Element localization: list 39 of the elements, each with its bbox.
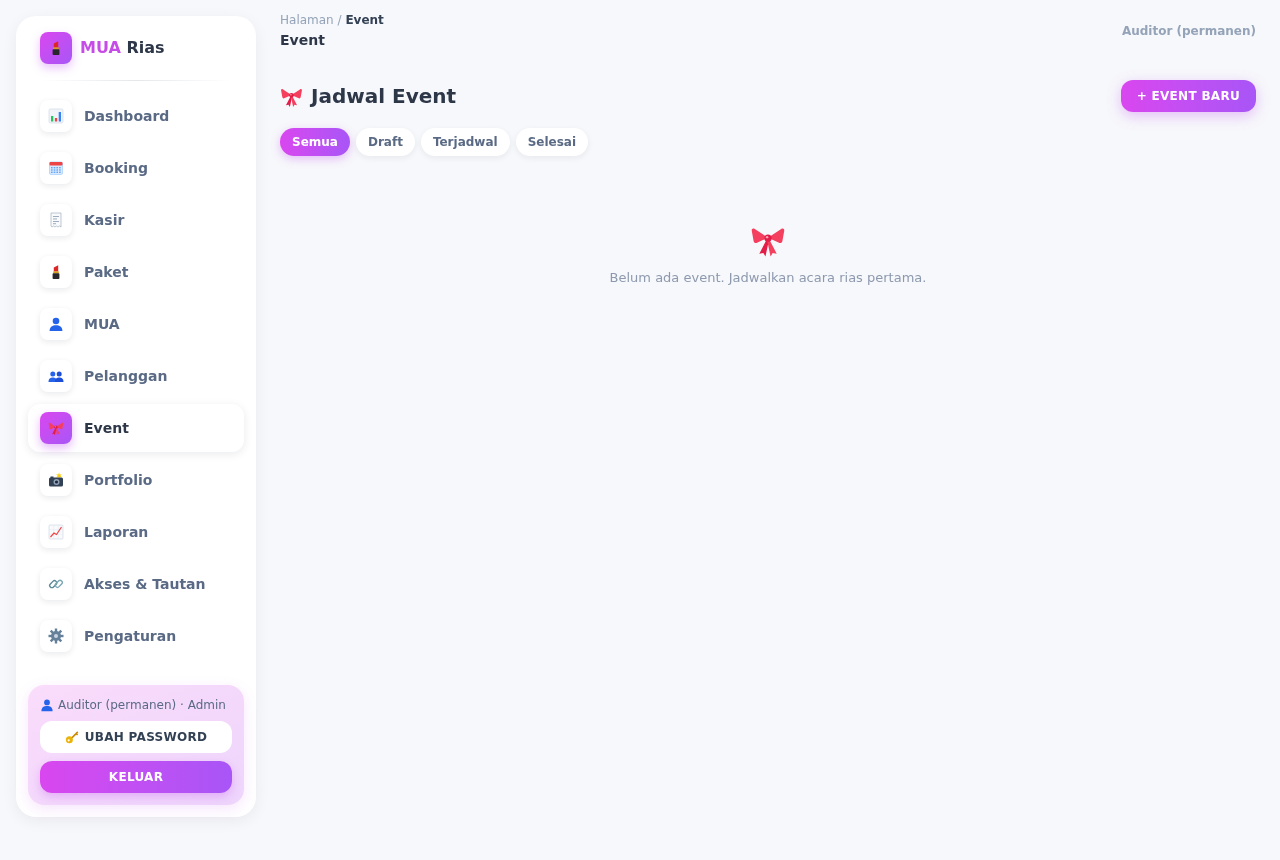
nav-item[interactable]: Event xyxy=(28,404,244,452)
change-password-button[interactable]: UBAH PASSWORD xyxy=(40,721,232,753)
nav-item[interactable]: Booking xyxy=(28,144,244,192)
brand-name: MUA Rias xyxy=(80,37,165,59)
filter-tab[interactable]: Draft xyxy=(355,128,415,156)
nav-item[interactable]: Pengaturan xyxy=(28,612,244,660)
page-title: Event xyxy=(280,31,326,50)
filter-tab[interactable]: Terjadwal xyxy=(420,128,510,156)
nav-item[interactable]: Akses & Tautan xyxy=(28,560,244,608)
nav-item[interactable]: Kasir xyxy=(28,196,244,244)
bow-icon xyxy=(40,412,72,444)
filter-tab[interactable]: Semua xyxy=(280,128,350,156)
nav-item[interactable]: Portfolio xyxy=(28,456,244,504)
breadcrumb: Halaman / Event xyxy=(280,12,384,28)
line-chart-icon xyxy=(40,516,72,548)
key-icon xyxy=(64,730,79,744)
nav-item[interactable]: Laporan xyxy=(28,508,244,556)
user-name: Auditor (permanen) xyxy=(1121,23,1256,40)
camera-flash-icon xyxy=(40,464,72,496)
gear-icon xyxy=(40,620,72,652)
link-icon xyxy=(40,568,72,600)
filter-tab[interactable]: Selesai xyxy=(515,128,588,156)
nav-item[interactable]: Paket xyxy=(28,248,244,296)
logout-button[interactable]: KELUAR xyxy=(40,761,232,793)
logo-icon xyxy=(40,32,72,64)
bar-chart-icon xyxy=(40,100,72,132)
user-role: Auditor (permanen) · Admin xyxy=(58,697,226,714)
nav-item[interactable]: Pelanggan xyxy=(28,352,244,400)
new-event-button[interactable]: + EVENT BARU xyxy=(1120,80,1256,112)
people-icon xyxy=(40,360,72,392)
nav-item[interactable]: Dashboard xyxy=(28,92,244,140)
lipstick-icon xyxy=(40,256,72,288)
person-icon xyxy=(40,698,54,712)
person-icon xyxy=(40,308,72,340)
page-heading: Jadwal Event xyxy=(311,83,457,110)
calendar-icon xyxy=(40,152,72,184)
receipt-icon xyxy=(40,204,72,236)
nav-item[interactable]: MUA xyxy=(28,300,244,348)
empty-state-message: Belum ada event. Jadwalkan acara rias pertama. xyxy=(609,269,927,287)
